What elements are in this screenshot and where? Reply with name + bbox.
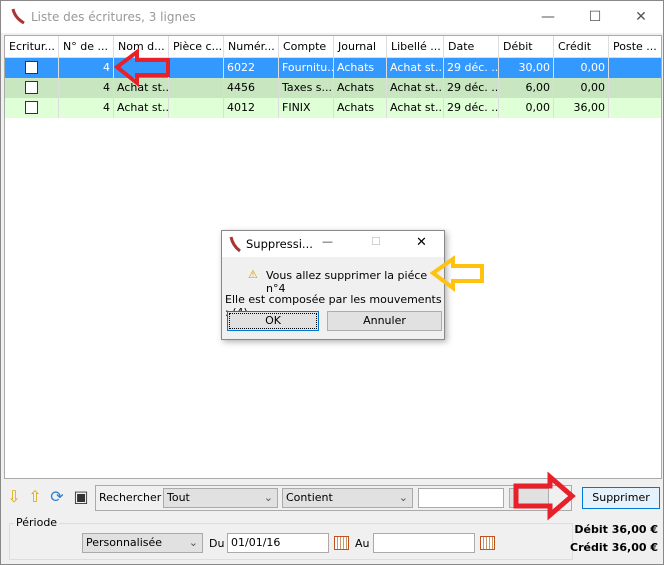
red-arrow-left-annotation [113, 48, 170, 88]
annotation-layer [113, 48, 576, 521]
red-arrow-right-annotation [513, 471, 576, 521]
yellow-arrow-left-annotation [429, 255, 484, 292]
